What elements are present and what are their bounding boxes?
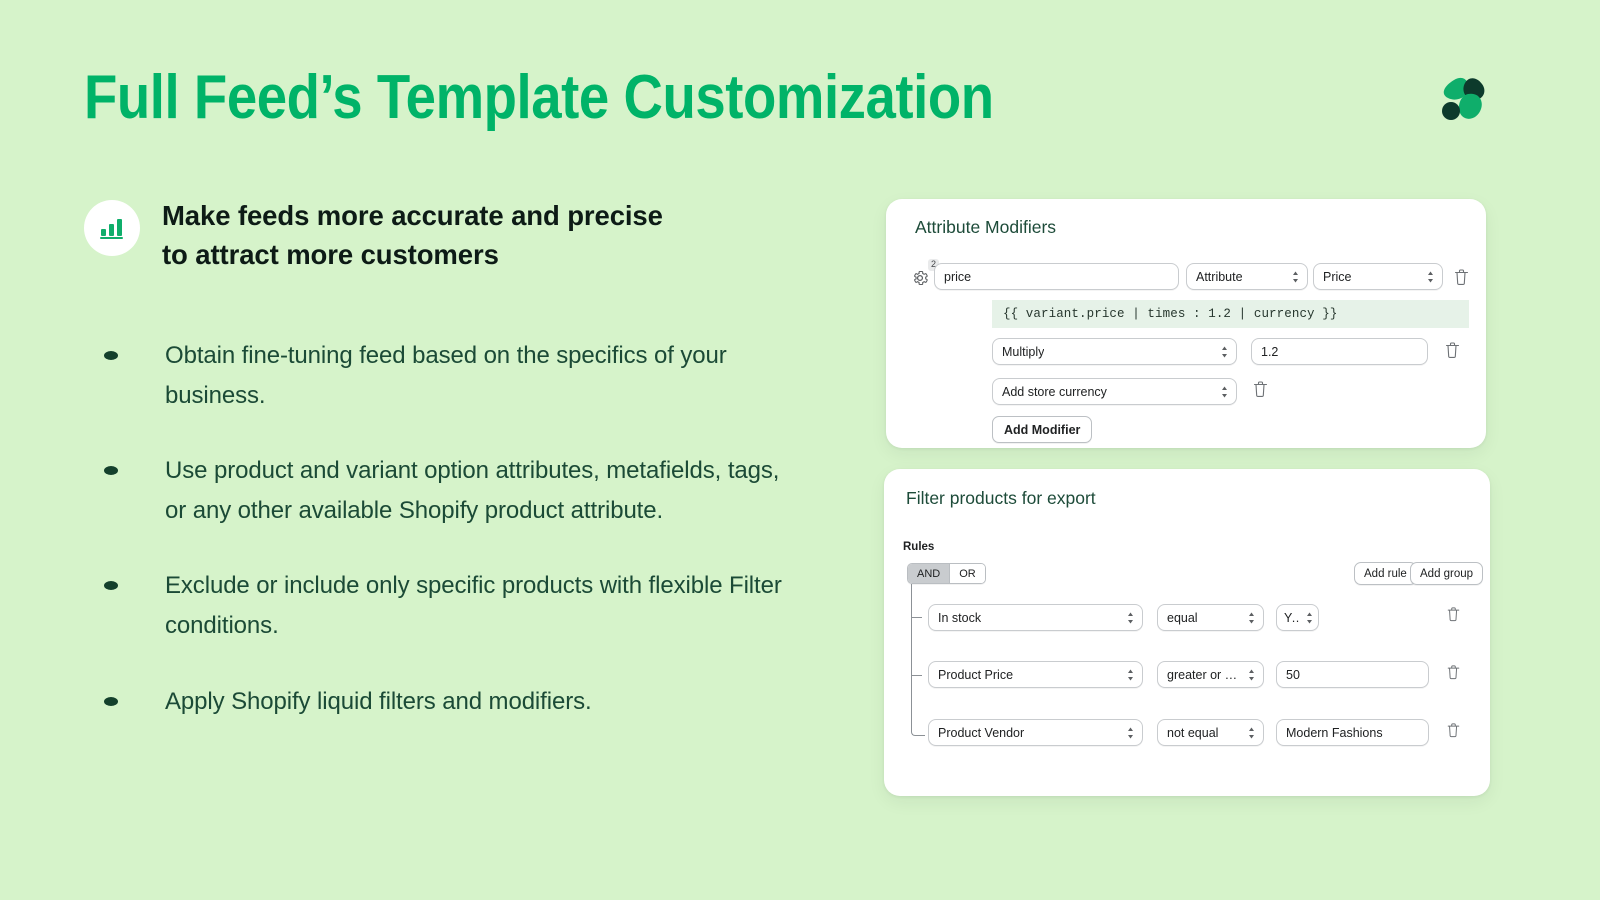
chevron-updown-icon [1247, 611, 1256, 625]
card-title: Attribute Modifiers [915, 217, 1057, 237]
rule-operator-select-1[interactable]: equal [1157, 604, 1264, 631]
rule-value-3: Modern Fashions [1286, 725, 1383, 740]
add-group-button[interactable]: Add group [1410, 562, 1484, 585]
conjunction-option-and[interactable]: AND [908, 564, 950, 583]
list-item: Use product and variant option attribute… [100, 451, 800, 530]
list-item: Obtain fine-tuning feed based on the spe… [100, 336, 800, 415]
delete-modifier-button-2[interactable] [1252, 380, 1269, 399]
rules-label: Rules [903, 541, 935, 553]
bullet-dot-icon [104, 351, 118, 360]
rule-branch-tick [911, 617, 922, 618]
filter-products-card: Filter products for export [884, 469, 1490, 796]
modifier-source-type-select[interactable]: Attribute [1186, 263, 1308, 290]
modifier-name-value: price [944, 269, 972, 284]
bullet-text: Exclude or include only specific product… [165, 572, 782, 639]
bar-chart-icon [84, 200, 140, 256]
rule-value-select-1[interactable]: Yes [1276, 604, 1319, 631]
rule-group-bracket [911, 584, 925, 736]
conjunction-toggle[interactable]: AND OR [907, 563, 986, 584]
lead-heading: Make feeds more accurate and precise to … [162, 196, 663, 274]
bullet-dot-icon [104, 581, 118, 591]
modifier-source-field-value: Price [1323, 269, 1352, 284]
add-modifier-button[interactable]: Add Modifier [992, 416, 1093, 443]
rule-operator-select-3[interactable]: not equal [1157, 719, 1264, 746]
bullet-text: Obtain fine-tuning feed based on the spe… [165, 342, 727, 409]
list-item: Exclude or include only specific product… [100, 566, 800, 645]
chevron-updown-icon [1220, 345, 1229, 359]
rule-value-1: Yes [1284, 610, 1300, 625]
modifier-value-input-1[interactable]: 1.2 [1251, 338, 1428, 365]
bullet-text: Apply Shopify liquid filters and modifie… [165, 687, 592, 715]
rule-value-input-3[interactable]: Modern Fashions [1276, 719, 1429, 746]
rule-field-value-3: Product Vendor [938, 725, 1025, 740]
slide-root: Full Feed’s Template Customization Make … [0, 0, 1600, 900]
delete-attribute-row-button[interactable] [1453, 268, 1470, 287]
rule-field-select-2[interactable]: Product Price [928, 661, 1143, 688]
modifier-value-1: 1.2 [1261, 344, 1279, 359]
chevron-updown-icon [1247, 668, 1256, 682]
lead-block: Make feeds more accurate and precise to … [84, 196, 804, 274]
rule-operator-value-1: equal [1167, 610, 1198, 625]
modifier-name-input[interactable]: price [934, 263, 1179, 290]
rule-field-select-1[interactable]: In stock [928, 604, 1143, 631]
rule-value-2: 50 [1286, 667, 1300, 682]
chevron-updown-icon [1126, 611, 1135, 625]
rule-field-value-1: In stock [938, 610, 982, 625]
modifier-source-field-select[interactable]: Price [1313, 263, 1443, 290]
modifier-operation-value-1: Multiply [1002, 344, 1045, 359]
modifier-operation-select-2[interactable]: Add store currency [992, 378, 1237, 405]
feature-bullet-list: Obtain fine-tuning feed based on the spe… [100, 336, 800, 721]
modifier-operation-select-1[interactable]: Multiply [992, 338, 1237, 365]
full-feed-logo [1432, 72, 1492, 130]
chevron-updown-icon [1426, 270, 1435, 284]
delete-rule-button-2[interactable] [1446, 664, 1463, 683]
rule-field-select-3[interactable]: Product Vendor [928, 719, 1143, 746]
chevron-updown-icon [1126, 668, 1135, 682]
lead-heading-line2: to attract more customers [162, 239, 499, 271]
chevron-updown-icon [1220, 385, 1229, 399]
bullet-dot-icon [104, 696, 118, 706]
delete-rule-button-3[interactable] [1446, 722, 1463, 741]
rule-operator-select-2[interactable]: greater or equal [1157, 661, 1264, 688]
delete-rule-button-1[interactable] [1446, 606, 1463, 625]
chevron-updown-icon [1305, 611, 1314, 625]
rule-operator-value-3: not equal [1167, 725, 1219, 740]
rule-branch-tick [911, 675, 922, 676]
page-title: Full Feed’s Template Customization [84, 63, 994, 132]
rule-value-input-2[interactable]: 50 [1276, 661, 1429, 688]
lead-heading-line1: Make feeds more accurate and precise [162, 200, 663, 231]
chevron-updown-icon [1247, 726, 1256, 740]
modifier-operation-value-2: Add store currency [1002, 384, 1107, 399]
bullet-dot-icon [104, 466, 118, 476]
chevron-updown-icon [1126, 726, 1135, 740]
add-rule-button[interactable]: Add rule [1354, 562, 1417, 585]
rule-field-value-2: Product Price [938, 667, 1014, 682]
chevron-updown-icon [1291, 270, 1300, 284]
bullet-text: Use product and variant option attribute… [165, 457, 780, 524]
conjunction-option-or[interactable]: OR [949, 564, 985, 583]
liquid-preview: {{ variant.price | times : 1.2 | currenc… [992, 300, 1469, 328]
card-title: Filter products for export [906, 488, 1096, 508]
list-item: Apply Shopify liquid filters and modifie… [100, 682, 800, 722]
rule-operator-value-2: greater or equal [1167, 667, 1239, 682]
delete-modifier-button-1[interactable] [1444, 341, 1461, 360]
modifier-source-type-value: Attribute [1196, 269, 1243, 284]
